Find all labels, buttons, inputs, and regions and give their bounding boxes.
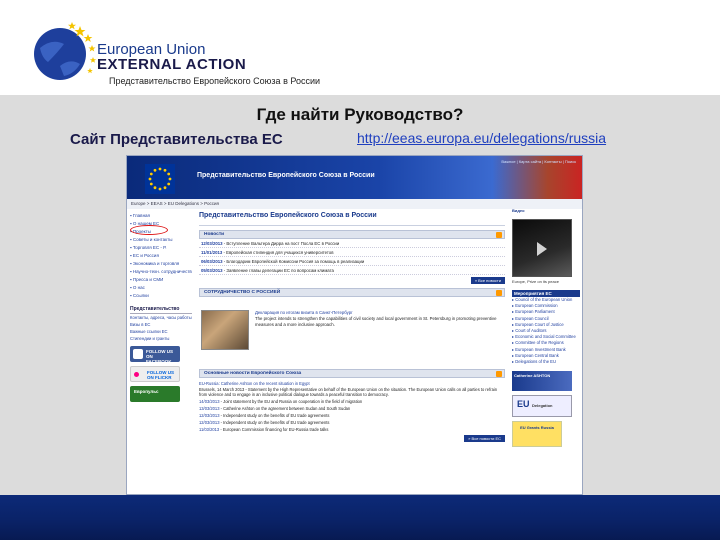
website-top-links[interactable]: Важное | Карта сайта | Контакты | Поиск: [501, 159, 576, 164]
nav-item[interactable]: Торговля ЕС - Р.: [130, 244, 192, 252]
bullet-date: 13/03/2013: [199, 405, 220, 411]
left-box-title: Представительство: [130, 306, 192, 314]
main-news-block: Основные новости Европейского Союза EU-R…: [199, 365, 505, 442]
flickr-badge[interactable]: FOLLOW US ON FLICKR: [130, 366, 180, 382]
right-link[interactable]: Delegations of the EU: [512, 359, 580, 365]
news-date: 12/03/2013: [201, 241, 223, 246]
facebook-badge-label: FOLLOW US ON FACEBOOK: [146, 349, 173, 364]
main-section-title: Основные новости Европейского Союза: [204, 371, 302, 376]
news-text: - Благодарим Европейской Комиссии Россия…: [223, 259, 365, 264]
nav-item[interactable]: Ссылки: [130, 292, 192, 300]
site-url-link[interactable]: http://eeas.europa.eu/delegations/russia: [357, 130, 606, 146]
header-subtitle: Представительство Европейского Союза в Р…: [109, 76, 321, 86]
bullet-text: - European Commission financing for EU-R…: [220, 426, 329, 432]
main-bullet[interactable]: 14/03/2013 - Joint statement by the EU a…: [199, 399, 505, 405]
nav-item[interactable]: Пресса и СМИ: [130, 276, 192, 284]
facebook-icon: [133, 349, 143, 359]
website-left-column: Главная О нашем ЕС Проекты Советы и конт…: [130, 212, 192, 492]
bullet-text: - Independent study on the benefits of E…: [220, 419, 330, 425]
website-page-title: Представительство Европейского Союза в Р…: [199, 212, 505, 226]
news-section-header: Новости: [199, 230, 505, 239]
coop-body: The project intends to strengthen the ca…: [255, 316, 497, 327]
main-bullet[interactable]: 13/03/2013 - Catherine Ashton on the agr…: [199, 406, 505, 412]
video-caption[interactable]: Europe, Prize on its peace: [512, 279, 580, 284]
website-right-column: Видео Europe, Prize on its peace Меропри…: [512, 206, 580, 492]
logo-line-2: EXTERNAL ACTION: [97, 56, 247, 73]
website-banner-title: Представительство Европейского Союза в Р…: [197, 172, 375, 179]
slide: European Union EXTERNAL ACTION Представи…: [0, 0, 720, 540]
eu-delegation-banner[interactable]: EU Delegation: [512, 395, 572, 418]
right-box-title: Мероприятия ЕС: [512, 290, 580, 297]
main-bullet[interactable]: 11/03/2013 - European Commission financi…: [199, 427, 505, 433]
left-link[interactable]: Важные ссылки ЕС: [130, 328, 192, 335]
bullet-date: 12/03/2013: [199, 419, 220, 425]
nav-item[interactable]: Главная: [130, 212, 192, 220]
highlight-circle: [130, 225, 168, 235]
rss-icon[interactable]: [496, 290, 502, 296]
main-bullet[interactable]: 12/03/2013 - Independent study on the be…: [199, 420, 505, 426]
eu-globe-logo-icon: [34, 22, 97, 80]
website-banner: Представительство Европейского Союза в Р…: [127, 156, 582, 199]
coop-section-title: СОТРУДНИЧЕСТВО С РОССИЕЙ: [204, 290, 281, 295]
coop-text: Декларация по итогам визита в Санкт-Пете…: [255, 310, 503, 328]
bullet-text: - Catherine Ashton on the agreement betw…: [220, 405, 351, 411]
more-main-link[interactable]: » Все новости ЕС: [199, 434, 505, 442]
eu-banner-text: EU: [517, 399, 530, 410]
left-link[interactable]: Визы в ЕС: [130, 321, 192, 328]
nav-item[interactable]: ЕС и Россия: [130, 252, 192, 260]
site-label: Сайт Представительства ЕС: [70, 131, 283, 148]
video-player[interactable]: [512, 219, 572, 277]
coop-photo[interactable]: [201, 310, 249, 350]
bullet-date: 12/03/2013: [199, 412, 220, 418]
evropuls-label: Европульс: [134, 389, 159, 394]
header: European Union EXTERNAL ACTION Представи…: [0, 0, 720, 95]
play-icon[interactable]: [537, 242, 547, 256]
bullet-date: 11/03/2013: [199, 426, 220, 432]
bullet-text: - Joint statement by the EU and Russia o…: [220, 398, 363, 404]
news-text: - Европейская стипендия для учащихся уни…: [223, 250, 334, 255]
main-body: Brussels, 14 March 2013 - Statement by t…: [199, 386, 498, 398]
nav-item[interactable]: Экономика и торговля: [130, 260, 192, 268]
slide-heading: Где найти Руководство?: [256, 105, 464, 124]
evropuls-badge[interactable]: Европульс: [130, 386, 180, 402]
main-section-header: Основные новости Европейского Союза: [199, 369, 505, 378]
news-section-title: Новости: [204, 232, 225, 237]
left-link[interactable]: Стипендии и гранты: [130, 335, 192, 342]
ashton-banner[interactable]: Catherine ASHTON: [512, 371, 572, 392]
website-screenshot: Представительство Европейского Союза в Р…: [126, 155, 583, 495]
eu-banner-small: Delegation: [532, 403, 553, 409]
more-news-link[interactable]: » Все новости: [199, 277, 505, 284]
bottom-bar: [0, 495, 720, 540]
bullet-date: 14/03/2013: [199, 398, 220, 404]
more-main-label: » Все новости ЕС: [464, 434, 505, 442]
news-text: - Вступление Вальтера Дирра на пост Посл…: [223, 241, 340, 246]
main-bullet[interactable]: 12/03/2013 - Independent study on the be…: [199, 413, 505, 419]
nav-item[interactable]: Советы и контакты: [130, 236, 192, 244]
rss-icon[interactable]: [496, 371, 502, 377]
bullet-text: - Independent study on the benefits of E…: [220, 412, 330, 418]
nav-item[interactable]: Научно-техн. сотрудничество: [130, 268, 192, 276]
nav-item[interactable]: О нас: [130, 284, 192, 292]
facebook-badge[interactable]: FOLLOW US ON FACEBOOK: [130, 346, 180, 364]
website-main-column: Представительство Европейского Союза в Р…: [199, 212, 505, 492]
coop-section-header: СОТРУДНИЧЕСТВО С РОССИЕЙ: [199, 288, 505, 297]
news-row[interactable]: 05/03/2013 - Заявление главы делегации Е…: [199, 266, 505, 275]
news-date: 11/01/2013: [201, 250, 223, 255]
flickr-badge-label: FOLLOW US ON FLICKR: [147, 370, 174, 380]
news-row[interactable]: 06/03/2013 - Благодарим Европейской Коми…: [199, 257, 505, 266]
news-text: - Заявление главы делегации ЕС по вопрос…: [223, 268, 334, 273]
rss-icon[interactable]: [496, 232, 502, 238]
news-date: 06/03/2013: [201, 259, 223, 264]
left-link[interactable]: Контакты, адреса, часы работы: [130, 314, 192, 321]
flickr-icon: [134, 372, 139, 377]
news-row[interactable]: 12/03/2013 - Вступление Вальтера Дирра н…: [199, 239, 505, 248]
video-label: Видео: [512, 208, 525, 213]
eu-stars-icon: [145, 164, 175, 194]
grants-banner[interactable]: EU Grants Russia: [512, 421, 562, 448]
news-date: 05/03/2013: [201, 268, 223, 273]
more-news-label: » Все новости: [470, 277, 505, 284]
news-row[interactable]: 11/01/2013 - Европейская стипендия для у…: [199, 248, 505, 257]
